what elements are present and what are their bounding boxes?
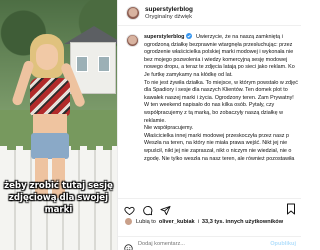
divider (118, 25, 301, 26)
divider (118, 198, 301, 199)
post-caption: superstylerblog Uwierzycie, że na naszą … (144, 33, 299, 196)
post-video[interactable]: żeby zrobić tutaj sesję zdjęciową dla sw… (0, 0, 117, 250)
comment-icon[interactable] (142, 203, 153, 215)
comment-input[interactable] (138, 241, 258, 247)
video-person-shorts (31, 133, 69, 159)
video-caption-line: zdjęciową dla swojej marki (8, 193, 109, 215)
heart-icon[interactable] (124, 203, 135, 215)
likes-count[interactable]: 33,3 tys. innych użytkowników (202, 219, 283, 225)
caption-text: Uwierzycie, że na naszą zamkniętą i ogro… (144, 34, 298, 162)
liker-avatar (124, 217, 133, 226)
audio-label[interactable]: Oryginalny dźwięk (145, 14, 192, 20)
video-person-belly (33, 114, 67, 134)
verified-icon (184, 33, 194, 40)
share-icon[interactable] (160, 203, 171, 215)
video-house-window (98, 56, 110, 72)
bookmark-icon[interactable] (286, 202, 296, 215)
likes-middle: i (197, 218, 199, 225)
likes-summary[interactable]: Lubią to oliver_kubiak i 33,3 tys. innyc… (124, 217, 283, 226)
caption-avatar[interactable] (126, 34, 139, 47)
author-avatar[interactable] (126, 6, 140, 20)
publish-button[interactable]: Opublikuj (270, 241, 296, 247)
video-house-window (76, 56, 88, 72)
post-panel: superstylerblog Oryginalny dźwięk supers… (117, 0, 301, 250)
divider (118, 236, 301, 237)
caption-username[interactable]: superstylerblog (144, 34, 184, 40)
video-caption-line: żeby zrobić tutaj sesję (4, 181, 113, 191)
comment-bar: Opublikuj (124, 239, 296, 250)
likes-prefix: Lubią to (136, 218, 156, 225)
video-person-face (36, 44, 58, 70)
author-username[interactable]: superstylerblog (145, 6, 193, 13)
emoji-icon[interactable] (124, 240, 133, 250)
video-person-top (30, 78, 70, 116)
action-bar (124, 202, 171, 215)
video-caption: żeby zrobić tutaj sesję zdjęciową dla sw… (0, 180, 117, 216)
liker-username[interactable]: oliver_kubiak (159, 219, 195, 225)
